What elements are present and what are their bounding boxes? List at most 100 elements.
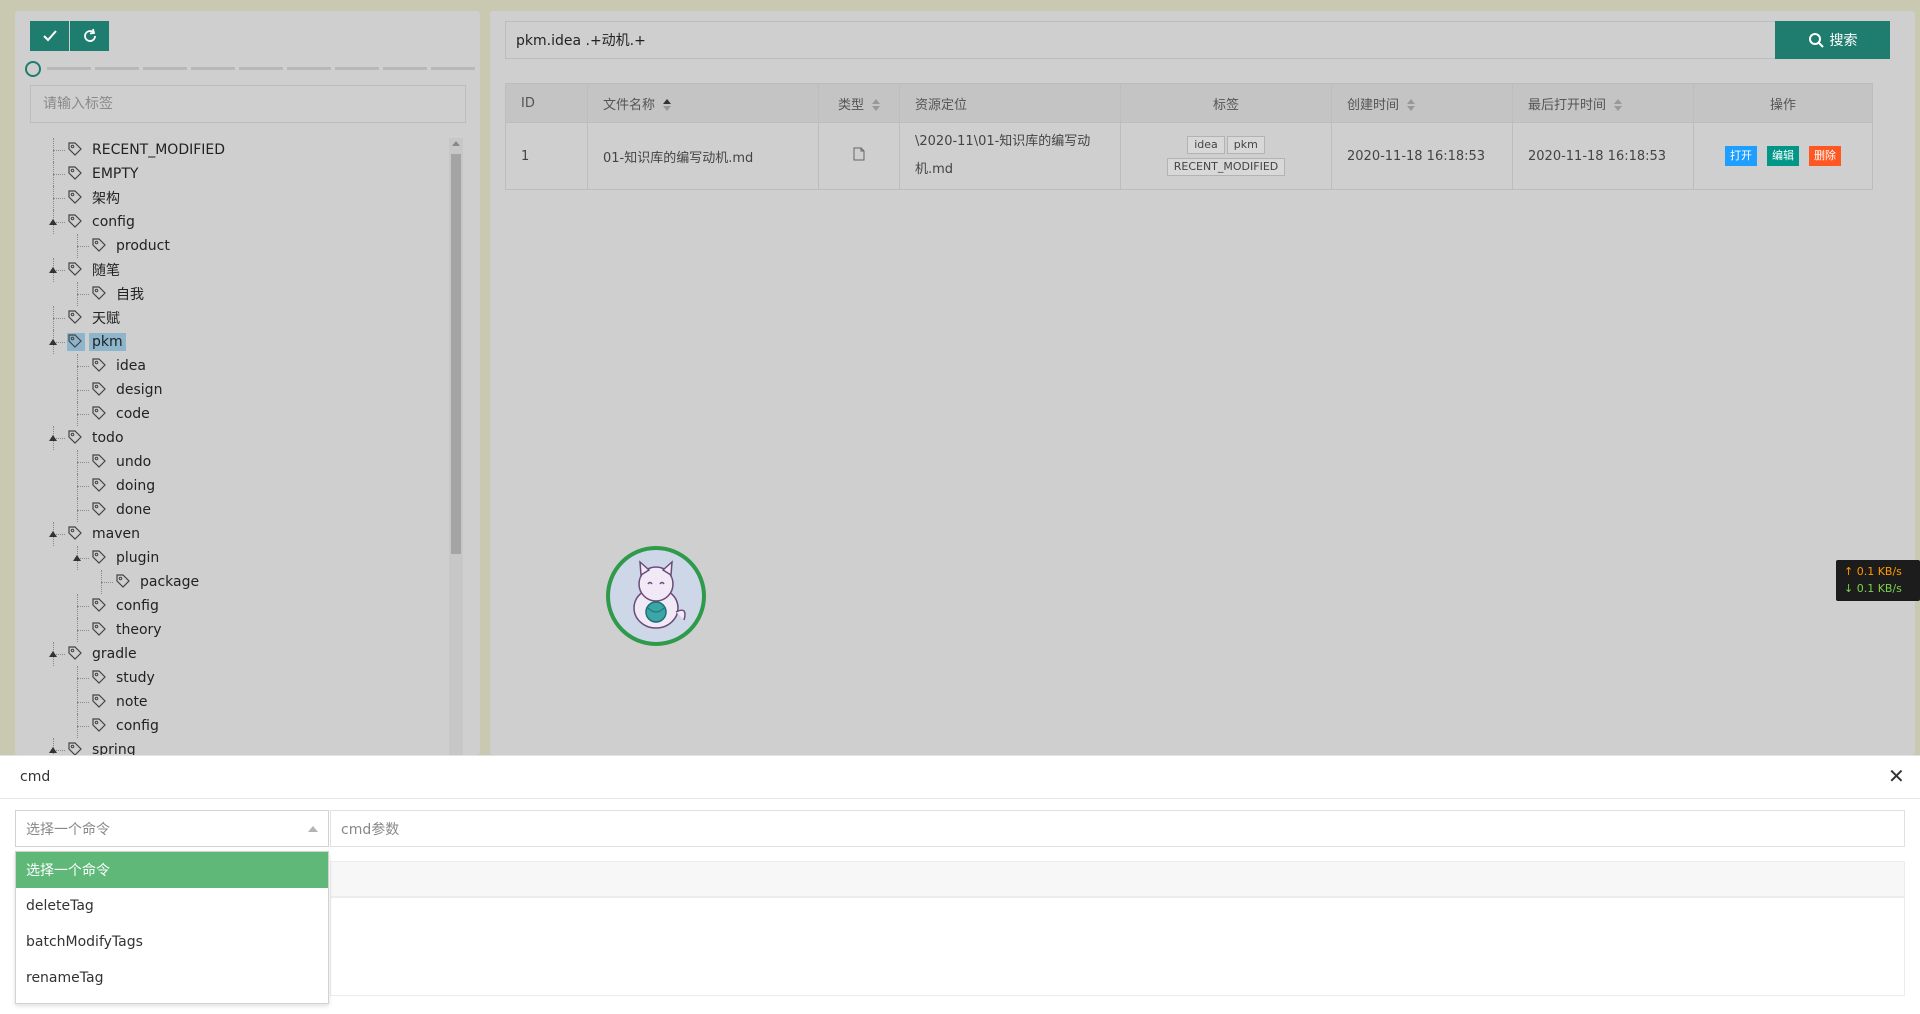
sort-icon[interactable] — [872, 99, 880, 111]
tag-icon — [91, 693, 109, 711]
cmd-param-input[interactable]: cmd参数 — [330, 810, 1905, 847]
col-path: 资源定位 — [899, 83, 1121, 123]
command-select[interactable]: 选择一个命令 — [15, 810, 329, 847]
tag-icon — [91, 549, 109, 567]
tree-item[interactable]: spring — [67, 738, 139, 755]
search-button[interactable]: 搜索 — [1775, 21, 1890, 59]
check-icon[interactable] — [30, 21, 69, 51]
tag-icon — [67, 189, 85, 207]
cmd-drawer: cmd ✕ 选择一个命令 cmd参数 选择一个命令 deleteTag batc… — [0, 755, 1920, 1014]
refresh-icon[interactable] — [70, 21, 109, 51]
tag-icon — [91, 405, 109, 423]
tree-item-label: design — [116, 382, 163, 398]
tree-item[interactable]: maven — [67, 522, 143, 546]
tree-item-label: config — [116, 718, 159, 734]
delete-button[interactable]: 删除 — [1809, 146, 1841, 166]
sort-icon[interactable] — [663, 99, 672, 111]
tag-icon — [67, 141, 85, 159]
close-icon[interactable]: ✕ — [1888, 764, 1905, 788]
search-button-label: 搜索 — [1829, 33, 1858, 49]
tree-item[interactable]: 天赋 — [67, 306, 123, 330]
tree-item[interactable]: done — [91, 498, 154, 522]
tree-scrollbar[interactable] — [449, 138, 463, 755]
tree-item[interactable]: doing — [91, 474, 158, 498]
tree-item-label: done — [116, 502, 151, 518]
tree-item[interactable]: config — [67, 210, 138, 234]
tree-item-label: maven — [92, 526, 140, 542]
tag-icon — [91, 285, 109, 303]
tree-item[interactable]: 随笔 — [67, 258, 123, 282]
tree-item-label: config — [92, 214, 135, 230]
tree-item[interactable]: plugin — [91, 546, 162, 570]
cell-tags: idea pkm RECENT_MODIFIED — [1120, 122, 1332, 190]
tag-icon — [91, 717, 109, 735]
col-name[interactable]: 文件名称 — [587, 83, 819, 123]
network-speed-widget: ↑ 0.1 KB/s ↓ 0.1 KB/s — [1836, 560, 1920, 601]
col-last-opened[interactable]: 最后打开时间 — [1512, 83, 1694, 123]
tree-item[interactable]: product — [91, 234, 173, 258]
tree-item-label: 天赋 — [92, 311, 120, 327]
sort-icon[interactable] — [1614, 99, 1623, 111]
tree-item[interactable]: config — [91, 714, 162, 738]
dropdown-option[interactable]: renameTag — [16, 960, 328, 996]
tree-item-label: package — [140, 574, 200, 590]
drawer-title: cmd — [20, 769, 51, 785]
sort-icon[interactable] — [1407, 99, 1416, 111]
tree-item[interactable]: theory — [91, 618, 165, 642]
dropdown-option[interactable]: 选择一个命令 — [16, 852, 328, 888]
tree-item-label: pkm — [89, 333, 126, 351]
dropdown-option[interactable]: batchModifyTags — [16, 924, 328, 960]
col-type[interactable]: 类型 — [818, 83, 900, 123]
tree-item-label: code — [116, 406, 150, 422]
tree-item-label: 架构 — [92, 191, 120, 207]
tag-icon — [67, 525, 85, 543]
tag-icon — [67, 309, 85, 327]
tag-search-input[interactable] — [30, 85, 466, 123]
tree-item-label: EMPTY — [92, 166, 139, 182]
tag-icon — [67, 429, 85, 447]
tree-item[interactable]: idea — [91, 354, 149, 378]
tag-icon — [91, 453, 109, 471]
tree-item[interactable]: package — [115, 570, 202, 594]
cmd-param-placeholder: cmd参数 — [341, 821, 400, 838]
tree-item[interactable]: pkm — [67, 330, 126, 354]
edit-button[interactable]: 编辑 — [1767, 146, 1799, 166]
tag-tree: RECENT_MODIFIED EMPTY 架构 config product 随笔 自我天… — [37, 138, 457, 755]
tag-chip[interactable]: RECENT_MODIFIED — [1166, 158, 1286, 176]
cell-type — [818, 122, 900, 190]
tree-item[interactable]: EMPTY — [67, 162, 141, 186]
tag-chip[interactable]: idea — [1187, 136, 1225, 154]
search-input[interactable]: pkm.idea .+动机.+ — [505, 21, 1786, 59]
tree-item[interactable]: design — [91, 378, 165, 402]
cell-actions: 打开 编辑 删除 — [1693, 122, 1873, 190]
command-select-value: 选择一个命令 — [26, 821, 110, 838]
tree-item[interactable]: code — [91, 402, 153, 426]
tree-item[interactable]: todo — [67, 426, 127, 450]
tag-chip[interactable]: pkm — [1226, 136, 1265, 154]
tree-item[interactable]: undo — [91, 450, 154, 474]
slider-handle[interactable] — [25, 61, 41, 77]
cell-created: 2020-11-18 16:18:53 — [1331, 122, 1513, 190]
tree-item[interactable]: 自我 — [91, 282, 147, 306]
dropdown-option[interactable]: deleteTag — [16, 888, 328, 924]
open-button[interactable]: 打开 — [1725, 146, 1757, 166]
file-panel: pkm.idea .+动机.+ 搜索 ID 文件名称 类型 资源定位 标签 创建… — [490, 11, 1915, 755]
cat-mascot-image[interactable] — [606, 546, 706, 646]
tree-item-label: gradle — [92, 646, 137, 662]
tree-item-label: undo — [116, 454, 152, 470]
col-created[interactable]: 创建时间 — [1331, 83, 1513, 123]
tree-item-label: theory — [116, 622, 162, 638]
output-textarea[interactable] — [330, 897, 1905, 996]
tree-item[interactable]: note — [91, 690, 151, 714]
tree-item[interactable]: config — [91, 594, 162, 618]
tag-icon — [67, 645, 85, 663]
cell-id: 1 — [505, 122, 588, 190]
tree-item[interactable]: study — [91, 666, 158, 690]
depth-slider[interactable] — [25, 61, 475, 77]
tag-icon — [91, 621, 109, 639]
cell-last-opened: 2020-11-18 16:18:53 — [1512, 122, 1694, 190]
col-tags: 标签 — [1120, 83, 1332, 123]
tree-item[interactable]: RECENT_MODIFIED — [67, 138, 228, 162]
tree-item[interactable]: 架构 — [67, 186, 123, 210]
tree-item[interactable]: gradle — [67, 642, 140, 666]
